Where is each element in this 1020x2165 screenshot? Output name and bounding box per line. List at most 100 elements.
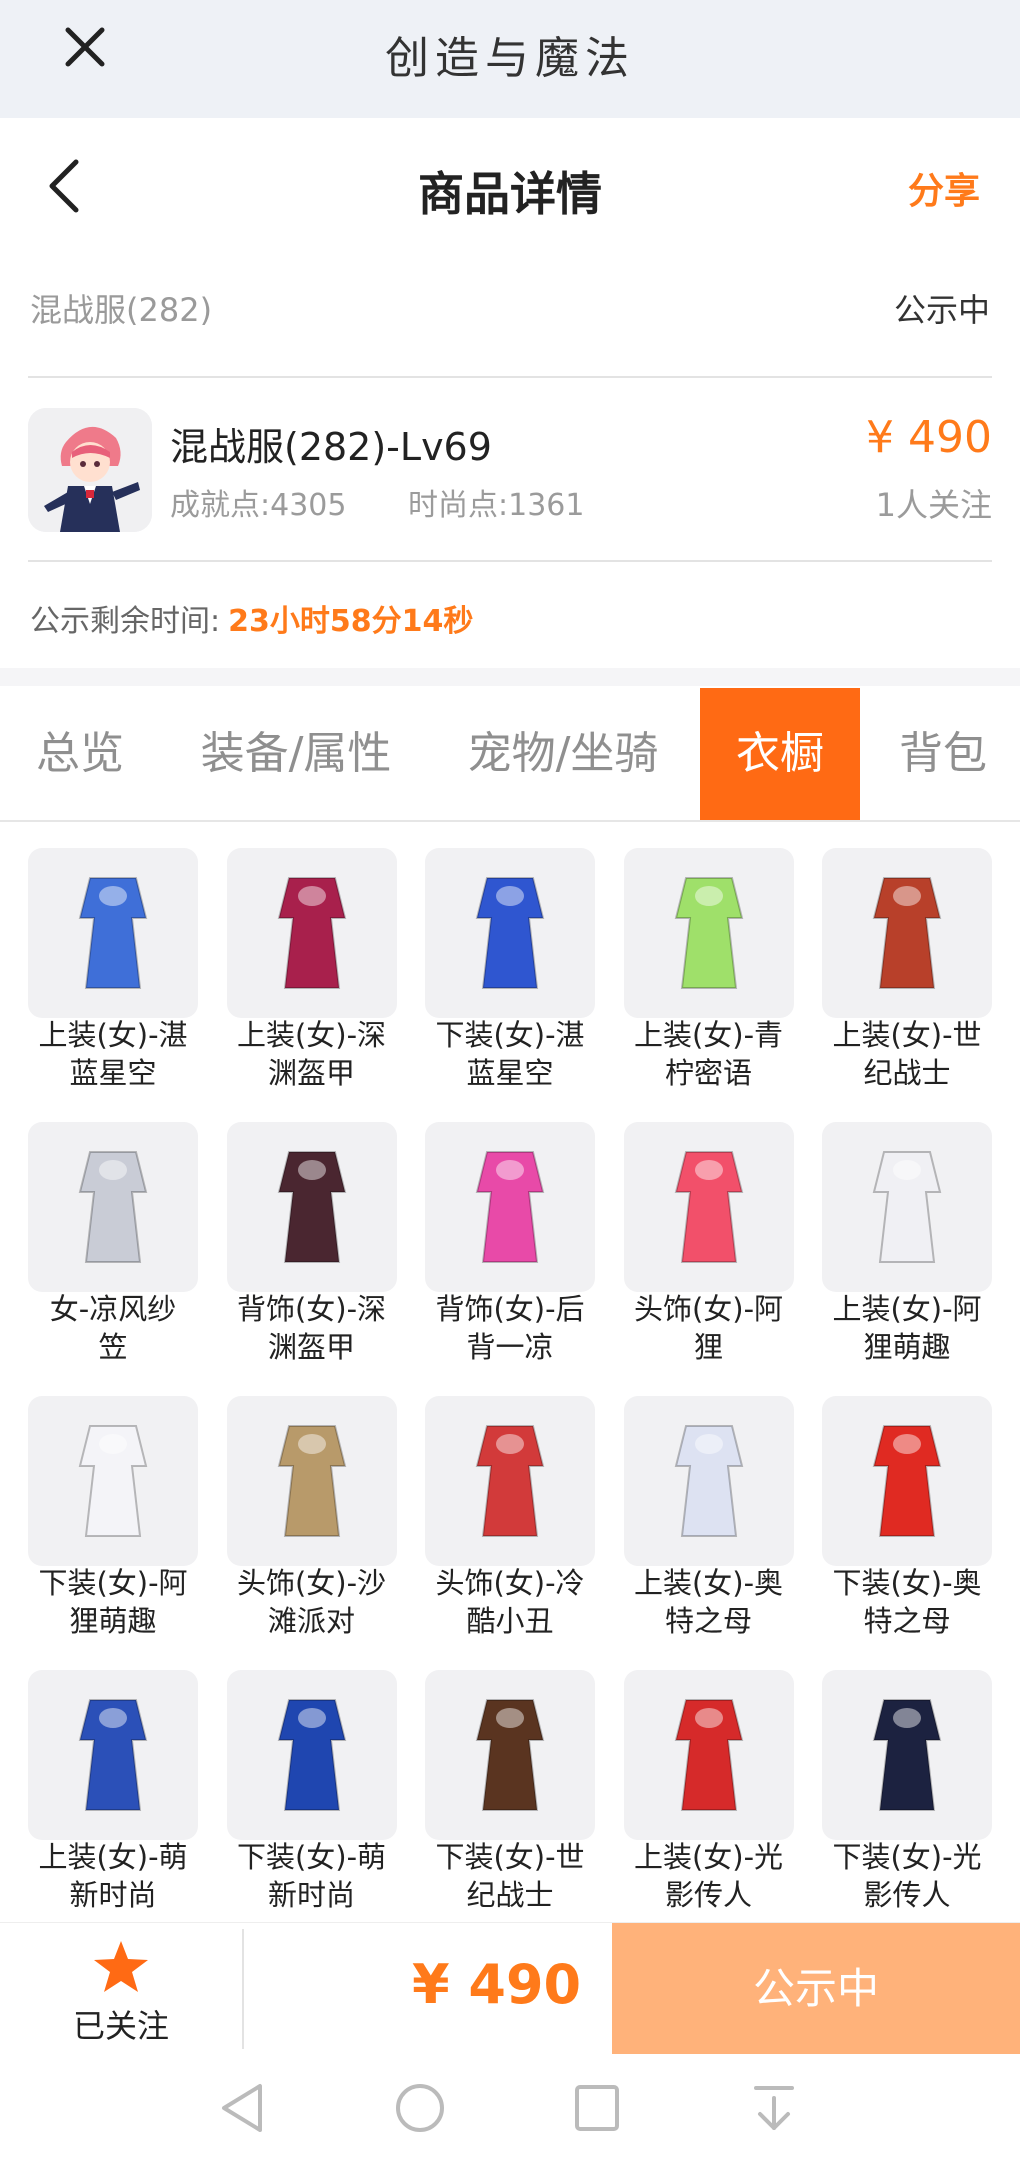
- wardrobe-item[interactable]: 下装(女)-光 影传人: [822, 1670, 992, 1938]
- wardrobe-item-label-line1: 下装(女)-湛: [435, 1018, 585, 1052]
- navy-skirt-icon: [872, 1699, 942, 1811]
- wardrobe-item-label-line2: 背一凉: [466, 1330, 554, 1364]
- wardrobe-item-label-line2: 纪战士: [863, 1056, 951, 1090]
- wardrobe-item-label: 下装(女)-萌 新时尚: [213, 1838, 411, 1914]
- wardrobe-item-label: 上装(女)-奥 特之母: [610, 1564, 808, 1640]
- wardrobe-item-label-line1: 上装(女)-青: [633, 1018, 784, 1052]
- nav-back-icon[interactable]: [218, 2080, 268, 2136]
- wardrobe-item-label-line1: 上装(女)-湛: [38, 1018, 188, 1052]
- wardrobe-item[interactable]: 头饰(女)-阿狸: [623, 1122, 794, 1390]
- wardrobe-item-thumbnail: [623, 1396, 794, 1566]
- wardrobe-item-label-line1: 头饰(女)-冷: [435, 1566, 585, 1600]
- wardrobe-item-label-line1: 上装(女)-奥: [633, 1566, 784, 1600]
- wardrobe-item[interactable]: 上装(女)-世 纪战士: [822, 848, 992, 1116]
- wardrobe-item[interactable]: 头饰(女)-冷 酷小丑: [425, 1396, 595, 1664]
- wardrobe-item-label-line2: 柠密语: [664, 1056, 752, 1090]
- wardrobe-item-label-line2: 滩派对: [267, 1604, 355, 1638]
- wardrobe-item-label: 下装(女)-奥 特之母: [808, 1564, 1006, 1640]
- wardrobe-item-label-line1: 头饰(女)-阿: [633, 1292, 784, 1326]
- wardrobe-item-label-line1: 上装(女)-萌: [38, 1840, 188, 1874]
- wardrobe-item-label-line2: 狸: [693, 1330, 723, 1364]
- share-button[interactable]: 分享: [908, 162, 980, 214]
- wardrobe-item-label-line2: 新时尚: [267, 1878, 355, 1912]
- nav-recents-icon[interactable]: [572, 2080, 622, 2136]
- wardrobe-item-label-line1: 下装(女)-奥: [832, 1566, 982, 1600]
- abyss-blade-back-icon: [277, 1151, 346, 1263]
- wardrobe-item-label-line1: 上装(女)-世: [832, 1018, 982, 1052]
- nav-expand-icon[interactable]: [748, 2080, 800, 2136]
- white-stockings-icon: [78, 1425, 148, 1537]
- tab-pets-mounts[interactable]: 宠物/坐骑: [432, 688, 694, 820]
- wardrobe-item-label: 下装(女)-世 纪战士: [411, 1838, 609, 1914]
- brown-boots-icon: [475, 1699, 545, 1811]
- wardrobe-item[interactable]: 上装(女)-湛 蓝星空: [28, 848, 198, 1116]
- wardrobe-item-thumbnail: [623, 1670, 794, 1840]
- character-name: 混战服(282)-Lv69: [170, 425, 492, 469]
- wardrobe-item-label-line2: 渊盔甲: [267, 1330, 355, 1364]
- wardrobe-item-label: 上装(女)-阿 狸萌趣: [808, 1290, 1006, 1366]
- tab-backpack[interactable]: 背包: [866, 688, 1020, 820]
- wardrobe-item-label: 上装(女)-湛 蓝星空: [14, 1016, 212, 1092]
- clown-pigtails-icon: [475, 1425, 545, 1537]
- wardrobe-item[interactable]: 女-凉风纱笠: [28, 1122, 198, 1390]
- wardrobe-item-label-line1: 上装(女)-深: [236, 1018, 387, 1052]
- ultra-mother-top-icon: [674, 1425, 743, 1537]
- wardrobe-item-thumbnail: [822, 1670, 992, 1840]
- wardrobe-item[interactable]: 上装(女)-光 影传人: [623, 1670, 794, 1938]
- ice-cream-back-icon: [475, 1151, 545, 1263]
- wardrobe-item[interactable]: 上装(女)-阿 狸萌趣: [822, 1122, 992, 1390]
- wardrobe-item[interactable]: 上装(女)-奥 特之母: [623, 1396, 794, 1664]
- character-stats: 成就点:4305 时尚点:1361: [170, 480, 636, 524]
- divider: [28, 376, 992, 378]
- tab-equipment[interactable]: 装备/属性: [166, 688, 426, 820]
- wardrobe-item[interactable]: 上装(女)-萌 新时尚: [28, 1670, 198, 1938]
- wardrobe-item-label: 下装(女)-阿 狸萌趣: [14, 1564, 212, 1640]
- wardrobe-item-label: 上装(女)-青 柠密语: [610, 1016, 808, 1092]
- veil-hat-icon: [78, 1151, 148, 1263]
- divider: [242, 1929, 244, 2049]
- wardrobe-item-thumbnail: [28, 848, 198, 1018]
- wardrobe-item-label-line2: 影传人: [863, 1878, 951, 1912]
- system-navigation-bar: [0, 2054, 1020, 2165]
- follower-count: 1人关注: [875, 486, 992, 524]
- wardrobe-item[interactable]: 头饰(女)-沙 滩派对: [226, 1396, 397, 1664]
- fox-head-icon: [674, 1151, 743, 1263]
- wardrobe-item[interactable]: 下装(女)-湛 蓝星空: [425, 848, 595, 1116]
- wardrobe-item-label: 下装(女)-湛 蓝星空: [411, 1016, 609, 1092]
- wardrobe-item[interactable]: 下装(女)-阿 狸萌趣: [28, 1396, 198, 1664]
- bottom-price: ¥ 490: [412, 1953, 582, 2016]
- wardrobe-item-label-line1: 下装(女)-世: [435, 1840, 585, 1874]
- beach-hat-icon: [277, 1425, 346, 1537]
- wardrobe-item-label-line2: 渊盔甲: [267, 1056, 355, 1090]
- tab-overview[interactable]: 总览: [0, 688, 160, 820]
- wardrobe-item-label: 上装(女)-世 纪战士: [808, 1016, 1006, 1092]
- wardrobe-item-label: 女-凉风纱笠: [14, 1290, 212, 1366]
- wardrobe-item[interactable]: 下装(女)-奥 特之母: [822, 1396, 992, 1664]
- wardrobe-item[interactable]: 下装(女)-世 纪战士: [425, 1670, 595, 1938]
- wardrobe-item-label-line1: 女-凉风纱: [49, 1292, 177, 1326]
- wardrobe-item[interactable]: 上装(女)-深 渊盔甲: [226, 848, 397, 1116]
- remaining-time: 公示剩余时间: 23小时58分14秒: [30, 596, 473, 640]
- wardrobe-item-thumbnail: [425, 1670, 595, 1840]
- wardrobe-item-label-line1: 上装(女)-光: [633, 1840, 784, 1874]
- wardrobe-item-label-line1: 头饰(女)-沙: [236, 1566, 387, 1600]
- follow-button[interactable]: 已关注: [0, 1923, 242, 2055]
- white-jacket-icon: [872, 1151, 942, 1263]
- tab-wardrobe[interactable]: 衣橱: [700, 688, 860, 820]
- wardrobe-item-label-line2: 蓝星空: [69, 1056, 157, 1090]
- blue-high-heels-icon: [475, 877, 545, 989]
- wardrobe-item[interactable]: 下装(女)-萌 新时尚: [226, 1670, 397, 1938]
- wardrobe-item-label: 头饰(女)-冷 酷小丑: [411, 1564, 609, 1640]
- achievement-points: 成就点:4305: [170, 488, 347, 523]
- nav-home-icon[interactable]: [392, 2080, 448, 2136]
- detail-tabs: 总览 装备/属性 宠物/坐骑 衣橱 背包: [0, 688, 1020, 822]
- follow-label: 已关注: [72, 2007, 169, 2045]
- wardrobe-item[interactable]: 背饰(女)-后 背一凉: [425, 1122, 595, 1390]
- wardrobe-item-label-line2: 狸萌趣: [69, 1604, 157, 1638]
- wardrobe-item[interactable]: 背饰(女)-深 渊盔甲: [226, 1122, 397, 1390]
- listing-card[interactable]: 混战服(282)-Lv69 成就点:4305 时尚点:1361 ¥ 490 1人…: [28, 400, 992, 540]
- status-action-button[interactable]: 公示中: [612, 1923, 1020, 2055]
- wardrobe-item[interactable]: 上装(女)-青 柠密语: [623, 848, 794, 1116]
- wardrobe-item-label: 上装(女)-萌 新时尚: [14, 1838, 212, 1914]
- wardrobe-item-label: 下装(女)-光 影传人: [808, 1838, 1006, 1914]
